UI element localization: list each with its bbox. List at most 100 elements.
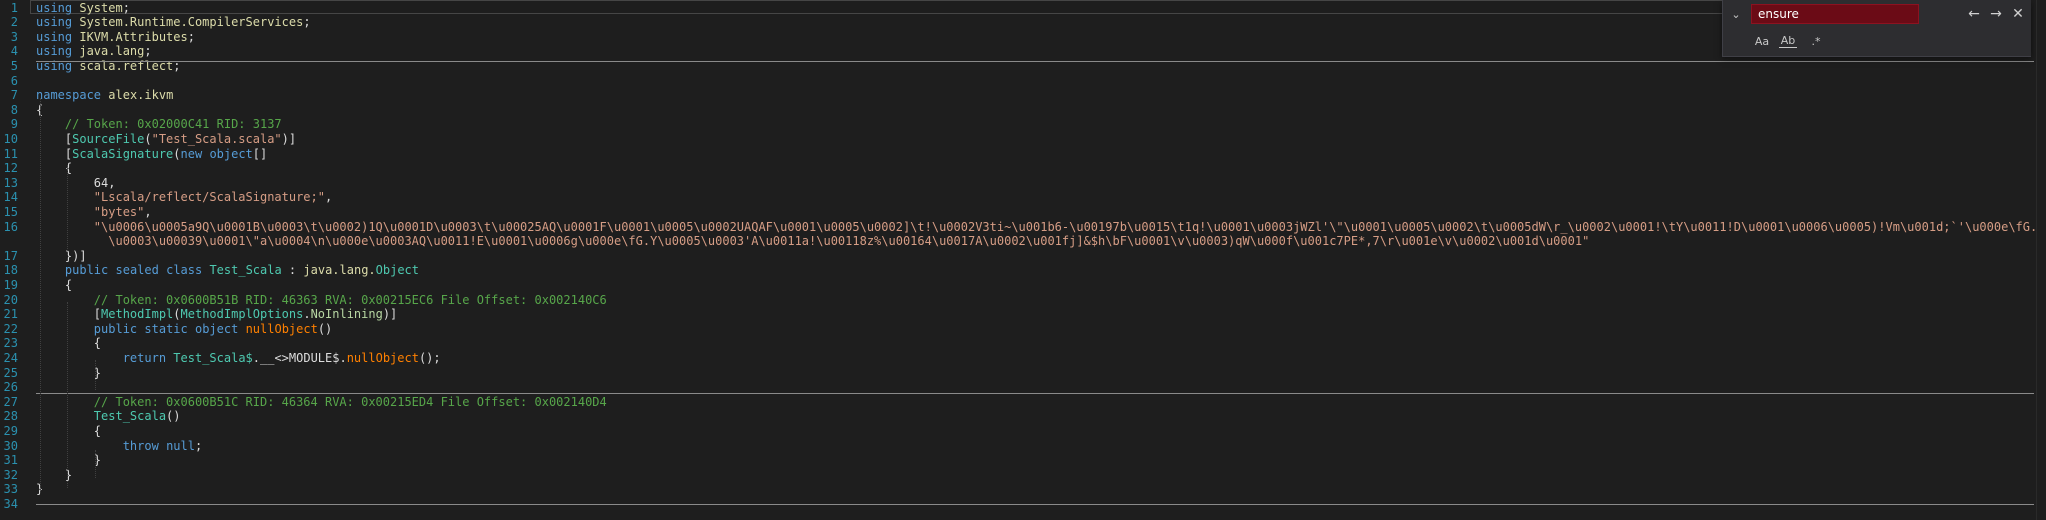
code-token: java.lang. (303, 263, 376, 278)
code-token: "\u0006\u0005a9Q\u0001B\u0003\t\u0002)1Q… (93, 219, 2046, 234)
line-number: 19 (3, 277, 18, 292)
code-text: return Test_Scala$.__<>MODULE$.nullObjec… (36, 351, 441, 366)
code-token: SourceFile (72, 131, 145, 146)
code-token: )] (281, 131, 297, 146)
code-token: ( (173, 146, 181, 161)
code-token: { (36, 336, 102, 351)
line-number: 26 (3, 380, 18, 395)
line-number: 21 (3, 307, 18, 322)
code-token: : (281, 263, 304, 278)
code-token: )] (382, 307, 398, 322)
whole-word-toggle[interactable]: Ab (1779, 34, 1797, 48)
line-number: 9 (10, 117, 18, 132)
code-token: static (144, 321, 188, 336)
line-number: 22 (3, 321, 18, 336)
line-number: 20 (3, 292, 18, 307)
line-number: 7 (10, 88, 18, 103)
code-text: using IKVM.Attributes; (36, 30, 195, 45)
line-number: 2 (10, 15, 18, 30)
line-number: 11 (3, 146, 18, 161)
code-text: using System.Runtime.CompilerServices; (36, 15, 311, 30)
line-number: 16 (3, 219, 18, 234)
line-number: 8 (10, 102, 18, 117)
code-text: [SourceFile("Test_Scala.scala")] (36, 132, 296, 147)
code-token: [ (36, 307, 102, 322)
code-token: nullObject (245, 321, 318, 336)
code-token: ScalaSignature (72, 146, 174, 161)
code-token: new (180, 146, 203, 161)
code-text: [ScalaSignature(new object[] (36, 147, 267, 162)
close-icon[interactable]: ✕ (2009, 5, 2027, 23)
code-text: { (36, 336, 101, 351)
code-token: () (166, 409, 181, 424)
regex-toggle[interactable]: .* (1807, 34, 1825, 50)
code-token: using (36, 15, 73, 30)
vertical-scrollbar[interactable] (2036, 0, 2046, 520)
indent-guide (67, 302, 68, 488)
code-token: NoInlining (310, 307, 383, 322)
indent-guide (67, 165, 68, 255)
code-token: Test_Scala$ (173, 350, 253, 365)
code-token: null (166, 438, 195, 453)
code-token: System.Runtime.CompilerServices (79, 15, 304, 30)
code-editor[interactable]: 1 using System; 2 using System.Runtime.Comp… (0, 0, 2046, 520)
line-number: 31 (3, 453, 18, 468)
code-token: using (36, 29, 73, 44)
code-token: IKVM.Attributes (79, 29, 188, 44)
code-token: // Token: 0x0600B51B RID: 46363 RVA: 0x0… (36, 292, 607, 307)
indent-guide (95, 450, 96, 478)
code-text: { (36, 278, 72, 293)
code-text: })] (36, 249, 87, 264)
code-token: ( (173, 307, 181, 322)
code-text: { (36, 424, 101, 439)
code-token: System (79, 0, 123, 15)
code-text: using java.lang; (36, 44, 152, 59)
line-number: 6 (10, 73, 18, 88)
code-token: nullObject (346, 350, 419, 365)
code-token: namespace (36, 88, 102, 103)
code-text: using System; (36, 1, 130, 16)
section-separator (36, 504, 2034, 505)
find-input[interactable]: ensure (1751, 4, 1919, 24)
code-token: java.lang (79, 44, 145, 59)
code-token: object (194, 321, 239, 336)
code-text: \u0003\u00039\u0001\"a\u0004\n\u000e\u00… (36, 234, 1589, 249)
arrow-right-icon[interactable]: → (1987, 5, 2005, 23)
code-token: ; (303, 15, 311, 30)
line-number: 28 (3, 409, 18, 424)
code-token: sealed (115, 263, 159, 278)
indent-guide (95, 360, 96, 390)
section-separator (36, 393, 2034, 394)
code-text: Test_Scala() (36, 409, 181, 424)
code-text: 64, (36, 175, 116, 191)
code-text: // Token: 0x0600B51B RID: 46363 RVA: 0x0… (36, 293, 607, 308)
indent-guide (40, 98, 41, 490)
find-widget: ⌄ ensure ← → ✕ Aa Ab .* (1722, 0, 2031, 57)
code-token: [] (252, 146, 268, 161)
code-token: ; (194, 438, 203, 453)
line-number: 5 (10, 58, 18, 73)
code-token: { (36, 423, 102, 438)
code-text: } (36, 366, 101, 381)
code-text: public static object nullObject() (36, 322, 332, 337)
code-token: "Lscala/reflect/ScalaSignature;" (93, 190, 325, 205)
match-case-toggle[interactable]: Aa (1753, 34, 1771, 50)
code-token: . (303, 307, 311, 322)
arrow-left-icon[interactable]: ← (1965, 5, 1983, 23)
code-text: } (36, 453, 101, 468)
code-token: "Test_Scala.scala" (151, 131, 282, 146)
line-number: 13 (3, 175, 18, 190)
code-token: , (144, 204, 152, 219)
code-token: { (36, 277, 73, 292)
line-number: 34 (3, 496, 18, 511)
code-text: [MethodImpl(MethodImplOptions.NoInlining… (36, 307, 397, 322)
code-token: 64, (36, 175, 116, 190)
chevron-down-icon[interactable]: ⌄ (1729, 8, 1743, 22)
